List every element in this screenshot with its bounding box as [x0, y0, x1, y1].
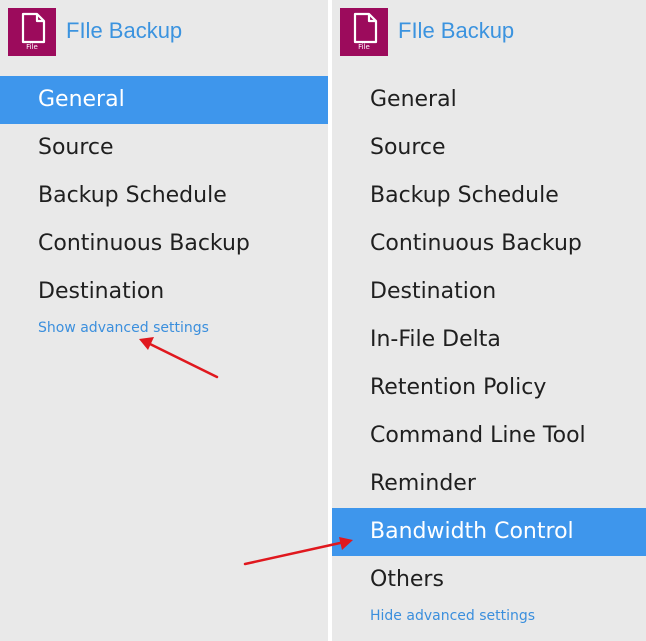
nav-item-reminder[interactable]: Reminder [332, 460, 646, 508]
left-panel: File FIle Backup General Source Backup S… [0, 0, 328, 641]
nav-item-destination[interactable]: Destination [332, 268, 646, 316]
show-advanced-settings-link[interactable]: Show advanced settings [38, 320, 209, 336]
nav-item-continuous-backup[interactable]: Continuous Backup [0, 220, 328, 268]
nav-item-destination[interactable]: Destination [0, 268, 328, 316]
hide-advanced-settings-link[interactable]: Hide advanced settings [370, 608, 535, 624]
settings-nav-basic: General Source Backup Schedule Continuou… [0, 76, 328, 316]
nav-item-source[interactable]: Source [332, 124, 646, 172]
nav-item-source[interactable]: Source [0, 124, 328, 172]
nav-item-retention-policy[interactable]: Retention Policy [332, 364, 646, 412]
nav-item-continuous-backup[interactable]: Continuous Backup [332, 220, 646, 268]
settings-nav-advanced: General Source Backup Schedule Continuou… [332, 76, 646, 604]
nav-item-command-line-tool[interactable]: Command Line Tool [332, 412, 646, 460]
app-title: FIle Backup [66, 18, 183, 43]
nav-item-bandwidth-control[interactable]: Bandwidth Control [332, 508, 646, 556]
nav-item-in-file-delta[interactable]: In-File Delta [332, 316, 646, 364]
nav-item-general[interactable]: General [0, 76, 328, 124]
file-icon: File [8, 8, 56, 56]
file-icon: File [340, 8, 388, 56]
app-title: FIle Backup [398, 18, 515, 43]
nav-item-others[interactable]: Others [332, 556, 646, 604]
nav-item-backup-schedule[interactable]: Backup Schedule [332, 172, 646, 220]
right-panel: File FIle Backup General Source Backup S… [332, 0, 646, 641]
app-icon-label: File [26, 43, 38, 51]
nav-item-backup-schedule[interactable]: Backup Schedule [0, 172, 328, 220]
nav-item-general[interactable]: General [332, 76, 646, 124]
app-icon-label: File [358, 43, 370, 51]
